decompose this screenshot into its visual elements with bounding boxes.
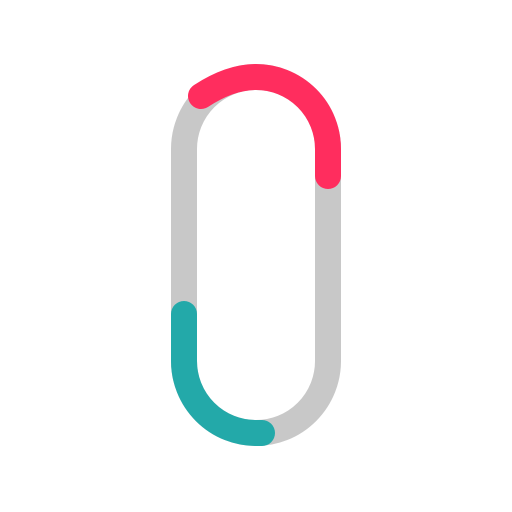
track-outline [171,64,341,446]
icon-canvas [0,0,512,512]
bottom-accent-segment [171,301,275,446]
pill-loop-icon [171,63,341,446]
top-accent-segment [188,63,341,189]
